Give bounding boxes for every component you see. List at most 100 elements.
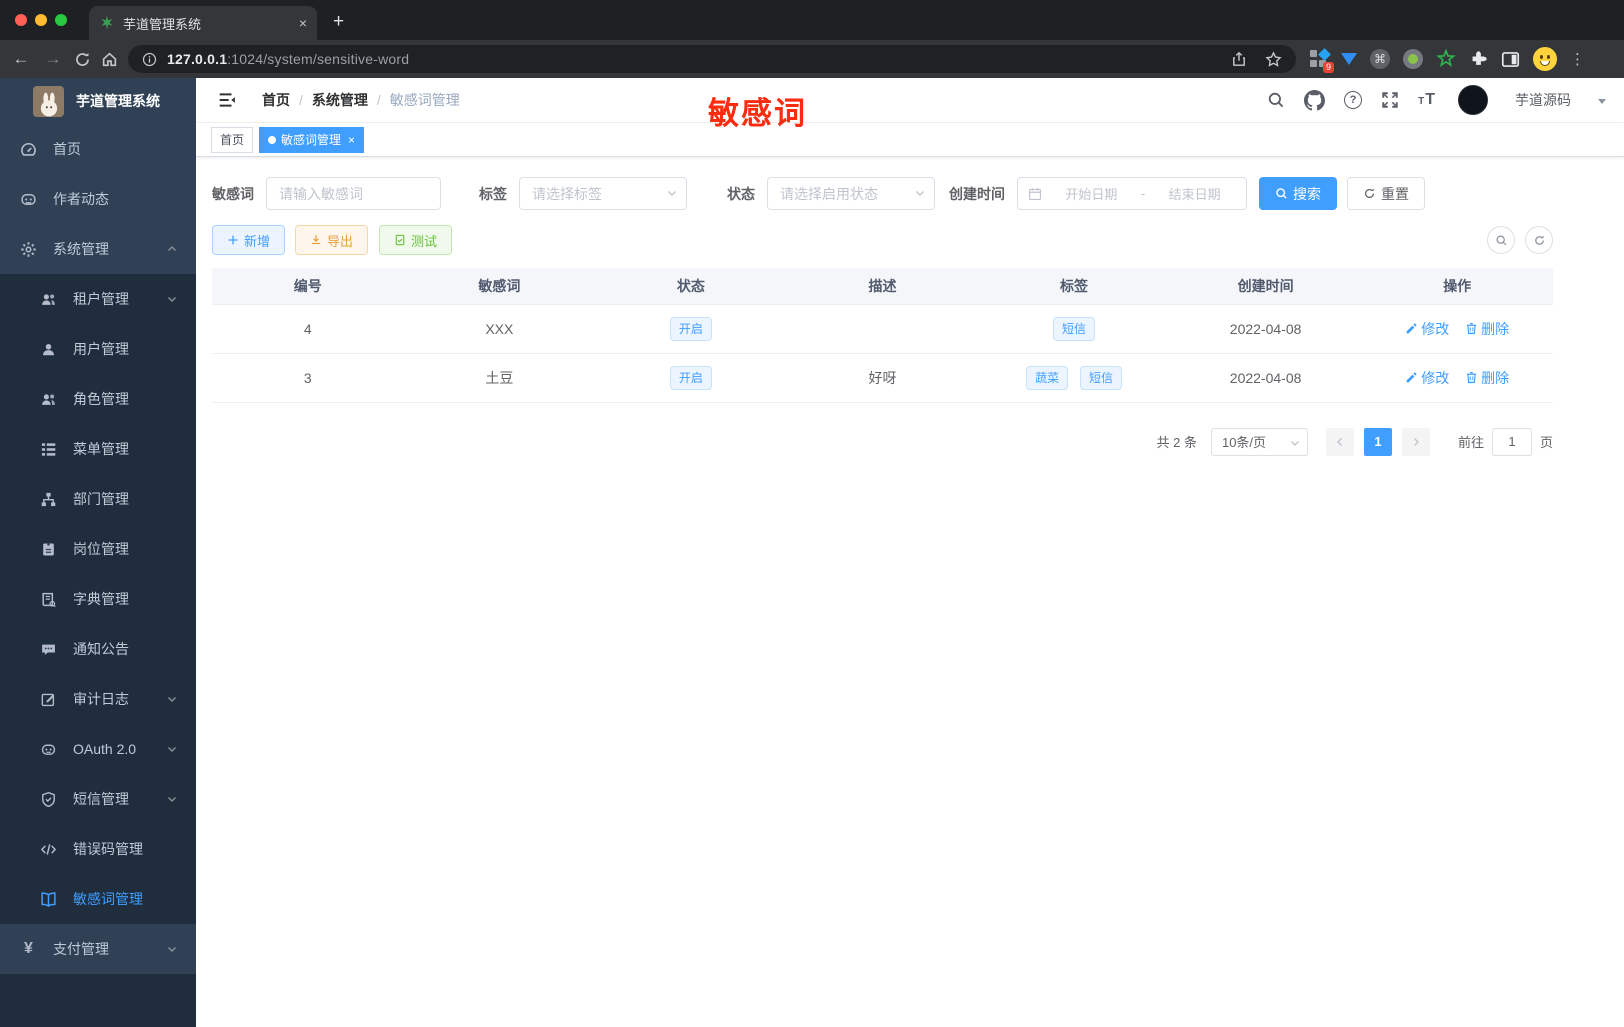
table-row: 4 XXX 开启 短信 2022-04-08 修改 删除 (212, 304, 1553, 354)
new-tab-button[interactable]: + (333, 11, 344, 33)
author-icon (20, 191, 37, 208)
puzzle-extensions-icon[interactable] (1469, 50, 1488, 69)
sidebar-item-role-management[interactable]: 角色管理 (0, 374, 196, 424)
sidebar: 芋道管理系统 首页 作者动态 系统管理 租户管理 用户管理 角色管理 菜单管理 … (0, 78, 196, 1027)
tenant-users-icon (40, 291, 57, 308)
search-button[interactable]: 搜索 (1259, 177, 1337, 210)
window-controls (0, 0, 67, 40)
breadcrumb-home[interactable]: 首页 (262, 90, 290, 110)
col-tags: 标签 (978, 268, 1170, 305)
date-end-placeholder: 结束日期 (1168, 187, 1221, 202)
tag-badge: 蔬菜 (1026, 365, 1069, 390)
font-size-icon[interactable]: TT (1418, 92, 1435, 108)
sidebar-item-sms-management[interactable]: 短信管理 (0, 774, 196, 824)
breadcrumb-system[interactable]: 系统管理 (312, 90, 368, 110)
yen-icon: ¥ (24, 940, 33, 957)
green-star-extension-icon[interactable] (1436, 49, 1456, 69)
tag-select[interactable] (519, 177, 687, 210)
gem-extension-icon[interactable] (1341, 53, 1357, 65)
recorder-extension-icon[interactable] (1403, 49, 1423, 69)
tag-view-sensitive-word[interactable]: 敏感词管理 × (259, 126, 365, 153)
add-button[interactable]: 新增 (212, 225, 286, 255)
breadcrumb-current: 敏感词管理 (389, 92, 460, 108)
back-icon[interactable]: ← (10, 49, 32, 69)
sidebar-logo[interactable]: 芋道管理系统 (0, 78, 196, 124)
chevron-down-icon (1289, 437, 1301, 449)
fullscreen-icon[interactable] (1381, 91, 1399, 109)
reset-button[interactable]: 重置 (1347, 177, 1425, 210)
menu-fold-icon[interactable] (218, 91, 236, 109)
export-button[interactable]: 导出 (295, 225, 369, 255)
sidebar-item-author-news[interactable]: 作者动态 (0, 174, 196, 224)
sidebar-item-post-management[interactable]: 岗位管理 (0, 524, 196, 574)
status-select[interactable] (767, 177, 935, 210)
tab-manager-extension-icon[interactable]: 9 (1310, 48, 1334, 73)
extension-icons: 9 ⌘ ⋮ (1310, 47, 1585, 73)
goto-page-input[interactable] (1491, 427, 1532, 456)
chevron-down-icon (166, 293, 178, 305)
search-icon[interactable] (1267, 91, 1285, 109)
maximize-window-button[interactable] (55, 14, 67, 26)
info-icon[interactable] (142, 52, 157, 67)
close-window-button[interactable] (15, 14, 27, 26)
edit-link[interactable]: 修改 (1405, 319, 1449, 339)
sidebar-item-system-management[interactable]: 系统管理 (0, 224, 196, 274)
home-icon[interactable] (101, 51, 118, 68)
github-icon[interactable] (1304, 89, 1326, 111)
sidebar-panel-icon[interactable] (1501, 50, 1520, 69)
user-avatar[interactable] (1458, 85, 1488, 115)
sidebar-item-menu-management[interactable]: 菜单管理 (0, 424, 196, 474)
sidebar-item-audit-log[interactable]: 审计日志 (0, 674, 196, 724)
url-bar[interactable]: 127.0.0.1:1024/system/sensitive-word (128, 45, 1296, 73)
forward-icon[interactable]: → (42, 49, 64, 69)
next-page-button[interactable] (1401, 427, 1430, 456)
sidebar-item-sensitive-word[interactable]: 敏感词管理 (0, 874, 196, 924)
sidebar-item-notice[interactable]: 通知公告 (0, 624, 196, 674)
sidebar-item-pay-management[interactable]: ¥ 支付管理 (0, 924, 196, 974)
sidebar-item-dict-management[interactable]: 字典管理 (0, 574, 196, 624)
delete-link[interactable]: 删除 (1465, 368, 1509, 388)
tab-close-icon[interactable]: × (299, 15, 307, 31)
delete-link[interactable]: 删除 (1465, 319, 1509, 339)
sidebar-item-dept-management[interactable]: 部门管理 (0, 474, 196, 524)
sidebar-item-error-code[interactable]: 错误码管理 (0, 824, 196, 874)
tag-close-icon[interactable]: × (348, 133, 355, 147)
tag-label: 标签 (479, 185, 507, 202)
share-icon[interactable] (1231, 51, 1247, 67)
user-caret-icon[interactable] (1598, 99, 1606, 104)
rabbit-logo-icon (33, 85, 64, 117)
tag-view-home[interactable]: 首页 (211, 126, 254, 153)
command-extension-icon[interactable]: ⌘ (1370, 49, 1390, 69)
table-toolbar: 新增 导出 测试 (212, 225, 1553, 255)
toggle-search-button[interactable] (1487, 226, 1515, 254)
col-word: 敏感词 (403, 268, 596, 305)
user-name[interactable]: 芋道源码 (1515, 90, 1571, 110)
sensitive-word-table: 编号 敏感词 状态 描述 标签 创建时间 操作 4 XXX 开启 短信 2022… (212, 268, 1553, 403)
chevron-down-icon (166, 693, 178, 705)
current-page[interactable]: 1 (1363, 427, 1392, 456)
col-actions: 操作 (1361, 268, 1553, 305)
help-icon[interactable]: ? (1344, 91, 1363, 109)
browser-menu-icon[interactable]: ⋮ (1570, 50, 1585, 68)
prev-page-button[interactable] (1325, 427, 1354, 456)
sidebar-item-home[interactable]: 首页 (0, 124, 196, 174)
pagination: 共 2 条 10条/页 1 前往 页 (212, 427, 1553, 456)
top-navbar: 首页 / 系统管理 / 敏感词管理 ? TT 芋道源码 (196, 78, 1624, 123)
refresh-table-button[interactable] (1525, 226, 1553, 254)
audit-edit-icon (40, 691, 57, 708)
browser-tab[interactable]: 芋道管理系统 × (89, 6, 317, 40)
sidebar-item-oauth[interactable]: OAuth 2.0 (0, 724, 196, 774)
sidebar-item-tenant-management[interactable]: 租户管理 (0, 274, 196, 324)
sidebar-item-user-management[interactable]: 用户管理 (0, 324, 196, 374)
date-range-picker[interactable]: 开始日期 - 结束日期 (1017, 177, 1247, 210)
browser-tab-title: 芋道管理系统 (123, 16, 202, 32)
bookmark-star-icon[interactable] (1265, 50, 1282, 68)
col-id: 编号 (212, 268, 404, 305)
keyword-input[interactable] (266, 177, 441, 210)
profile-avatar[interactable] (1533, 47, 1557, 71)
reload-icon[interactable] (74, 51, 91, 68)
minimize-window-button[interactable] (35, 14, 47, 26)
edit-link[interactable]: 修改 (1405, 368, 1449, 388)
page-size-select[interactable]: 10条/页 (1210, 427, 1308, 456)
test-button[interactable]: 测试 (379, 225, 453, 255)
